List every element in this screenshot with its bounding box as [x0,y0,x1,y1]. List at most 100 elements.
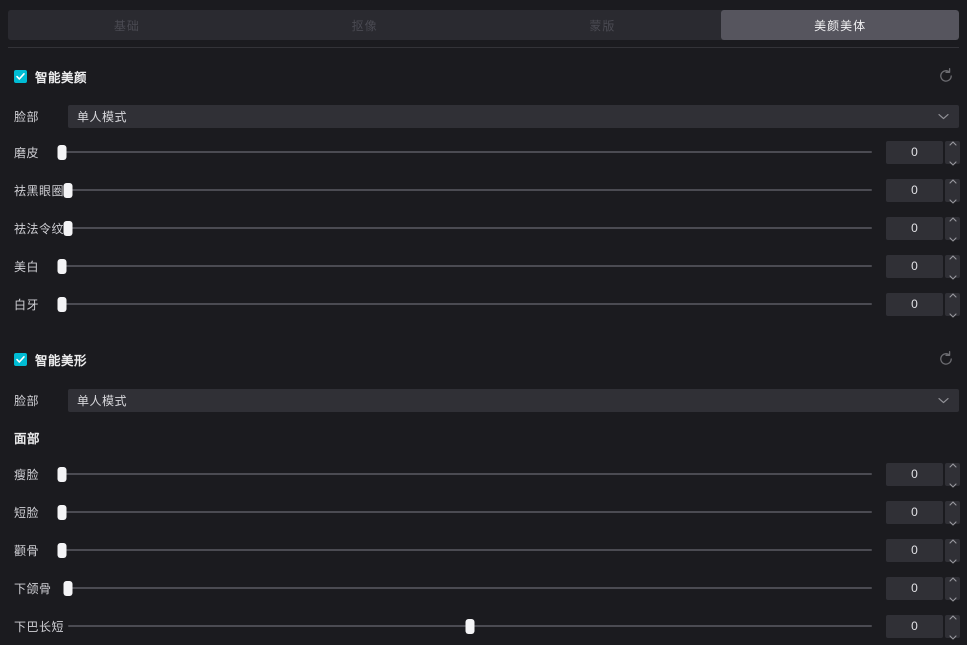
smart-reshape-title: 智能美形 [35,353,88,368]
slider-label-chin-length: 下巴长短 [14,619,65,634]
value-input-slim-face[interactable]: 0 [886,462,943,486]
smart-reshape-checkbox[interactable] [14,352,27,366]
reset-circular-arrow-icon[interactable] [937,350,955,368]
slider-jawbone[interactable] [63,578,872,598]
face-mode-row-beauty: 脸部 单人模式 [0,101,967,131]
slider-row-whitening: 美白 0 [0,251,967,281]
slider-handle[interactable] [57,259,67,274]
value-input-teeth-whitening[interactable]: 0 [886,292,943,316]
smart-beauty-checkbox[interactable] [14,69,27,83]
subsection-facial: 面部 [0,422,967,452]
caret-up-icon[interactable] [948,285,957,303]
slider-label-dark-circles: 祛黑眼圈 [14,183,65,198]
slider-whitening[interactable] [57,256,872,276]
stepper-whitening[interactable] [945,254,960,280]
face-mode-label-beauty: 脸部 [14,109,40,124]
tabbar-divider [8,47,959,48]
subsection-facial-label: 面部 [14,431,41,446]
slider-handle[interactable] [57,467,67,482]
value-input-short-face[interactable]: 0 [886,500,943,524]
tab-bar: 基础 抠像 蒙版 美颜美体 [8,10,959,40]
value-input-nasolabial[interactable]: 0 [886,216,943,240]
caret-up-icon[interactable] [948,455,957,473]
caret-down-icon[interactable] [948,305,957,323]
stepper-cheekbone[interactable] [945,538,960,564]
tab-keying[interactable]: 抠像 [245,10,484,40]
caret-up-icon[interactable] [948,171,957,189]
slider-row-cheekbone: 颧骨 0 [0,535,967,565]
value-input-smooth-skin[interactable]: 0 [886,140,943,164]
slider-label-slim-face: 瘦脸 [14,467,40,482]
face-mode-value-beauty: 单人模式 [77,109,128,124]
tab-mask[interactable]: 蒙版 [483,10,722,40]
slider-slim-face[interactable] [57,464,872,484]
slider-short-face[interactable] [57,502,872,522]
slider-row-teeth-whitening: 白牙 0 [0,289,967,319]
slider-handle[interactable] [57,505,67,520]
slider-row-jawbone: 下颌骨 0 [0,573,967,603]
slider-handle[interactable] [57,297,67,312]
value-input-cheekbone[interactable]: 0 [886,538,943,562]
tab-beauty-body-label: 美颜美体 [814,18,867,33]
stepper-short-face[interactable] [945,500,960,526]
value-input-jawbone[interactable]: 0 [886,576,943,600]
check-icon [16,355,25,363]
slider-label-smooth-skin: 磨皮 [14,145,40,160]
stepper-jawbone[interactable] [945,576,960,602]
slider-handle[interactable] [63,221,73,236]
stepper-teeth-whitening[interactable] [945,292,960,318]
stepper-dark-circles[interactable] [945,178,960,204]
stepper-smooth-skin[interactable] [945,140,960,166]
value-input-whitening[interactable]: 0 [886,254,943,278]
stepper-chin-length[interactable] [945,614,960,640]
face-mode-dropdown-beauty[interactable]: 单人模式 [68,104,959,128]
face-mode-value-reshape: 单人模式 [77,393,128,408]
slider-track [62,303,872,305]
caret-up-icon[interactable] [948,247,957,265]
caret-down-icon[interactable] [948,589,957,607]
caret-down-icon[interactable] [948,153,957,171]
stepper-nasolabial[interactable] [945,216,960,242]
slider-track [62,265,872,267]
section-header-smart-reshape: 智能美形 [0,344,967,374]
slider-label-cheekbone: 颧骨 [14,543,40,558]
slider-label-nasolabial: 祛法令纹 [14,221,65,236]
slider-nasolabial[interactable] [63,218,872,238]
slider-row-dark-circles: 祛黑眼圈 0 [0,175,967,205]
slider-label-whitening: 美白 [14,259,40,274]
slider-handle[interactable] [63,183,73,198]
slider-track [68,227,872,229]
stepper-slim-face[interactable] [945,462,960,488]
slider-track [62,151,872,153]
face-mode-dropdown-reshape[interactable]: 单人模式 [68,388,959,412]
section-header-smart-beauty: 智能美颜 [0,61,967,91]
tab-beauty-body[interactable]: 美颜美体 [721,10,959,40]
slider-smooth-skin[interactable] [57,142,872,162]
slider-chin-length[interactable] [68,616,872,636]
reset-circular-arrow-icon[interactable] [937,67,955,85]
slider-handle[interactable] [63,581,73,596]
caret-up-icon[interactable] [948,209,957,227]
caret-down-icon[interactable] [948,267,957,285]
tab-basic[interactable]: 基础 [8,10,246,40]
slider-row-smooth-skin: 磨皮 0 [0,137,967,167]
caret-up-icon[interactable] [948,493,957,511]
caret-down-icon[interactable] [948,475,957,493]
value-input-chin-length[interactable]: 0 [886,614,943,638]
caret-down-icon[interactable] [948,627,957,645]
slider-handle[interactable] [465,619,475,634]
caret-up-icon[interactable] [948,531,957,549]
caret-up-icon[interactable] [948,569,957,587]
caret-up-icon[interactable] [948,133,957,151]
caret-down-icon[interactable] [948,191,957,209]
caret-down-icon[interactable] [948,551,957,569]
slider-dark-circles[interactable] [63,180,872,200]
value-input-dark-circles[interactable]: 0 [886,178,943,202]
slider-teeth-whitening[interactable] [57,294,872,314]
slider-handle[interactable] [57,543,67,558]
slider-handle[interactable] [57,145,67,160]
caret-down-icon[interactable] [948,513,957,531]
slider-cheekbone[interactable] [57,540,872,560]
caret-down-icon[interactable] [948,229,957,247]
caret-up-icon[interactable] [948,607,957,625]
